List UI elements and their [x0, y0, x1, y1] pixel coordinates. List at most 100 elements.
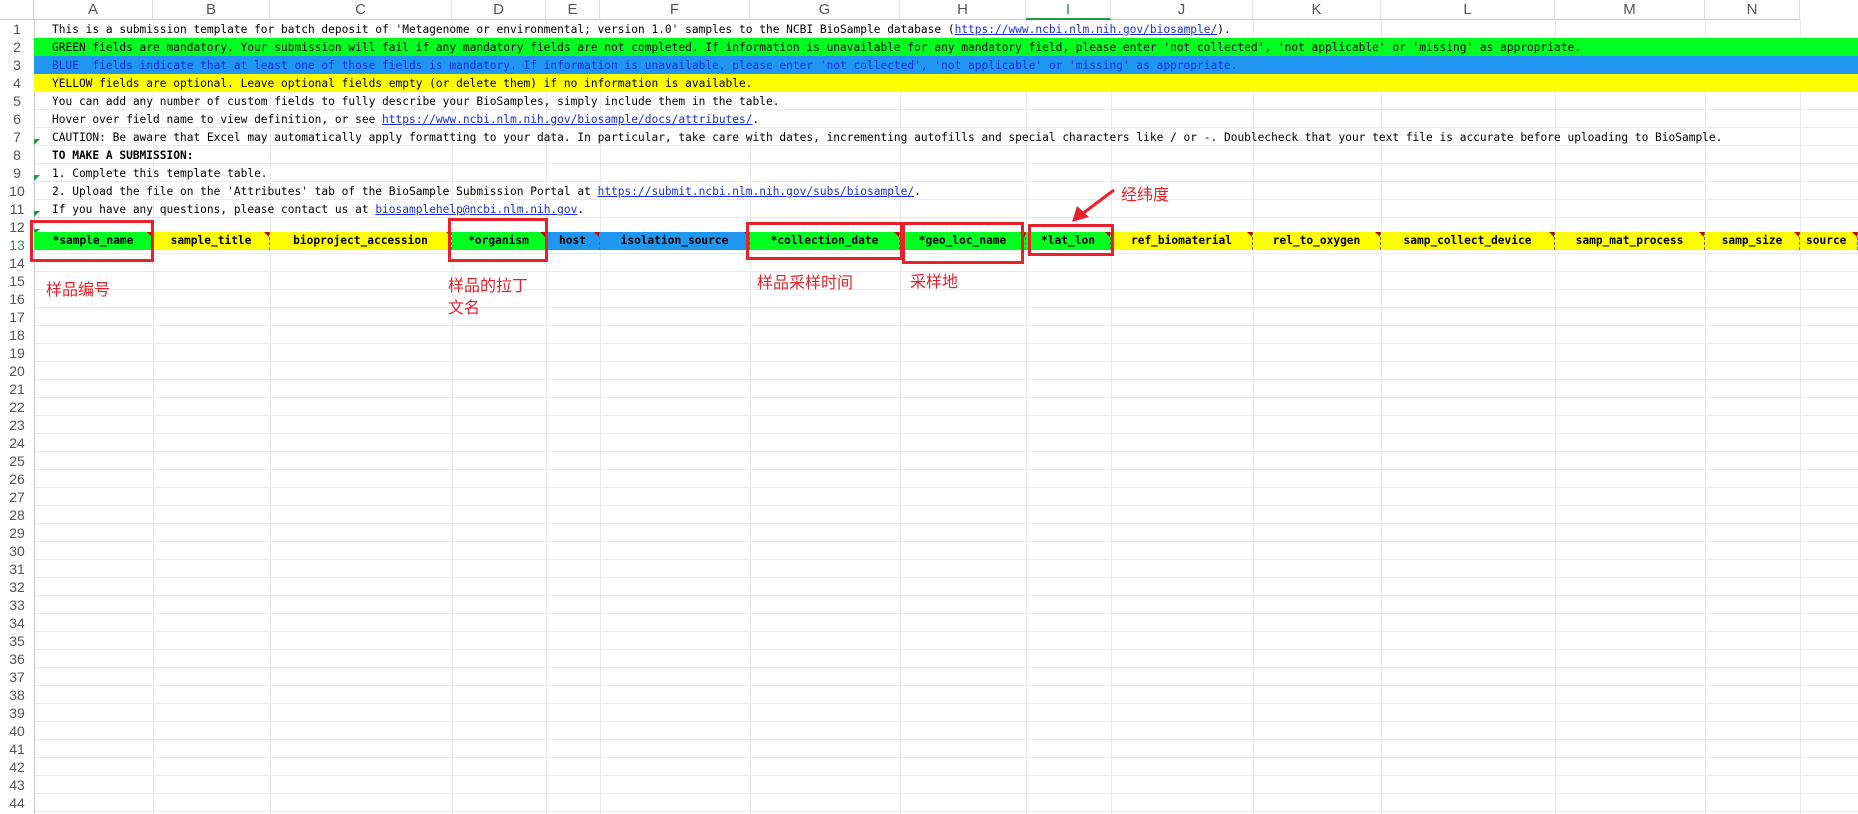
info-line-10: 2. Upload the file on the 'Attributes' t…: [52, 185, 921, 198]
highlight-box-collection-date: [746, 222, 903, 260]
row-gridline: [34, 631, 1858, 632]
column-header-j[interactable]: J: [1111, 0, 1253, 20]
column-header-g[interactable]: G: [750, 0, 900, 20]
row-header-21[interactable]: 21: [0, 380, 34, 398]
row-header-17[interactable]: 17: [0, 308, 34, 326]
row-gridline: [34, 343, 1858, 344]
row-gridline: [34, 739, 1858, 740]
row-header-30[interactable]: 30: [0, 542, 34, 560]
row-gridline: [34, 181, 1858, 182]
row-header-28[interactable]: 28: [0, 506, 34, 524]
row-gridline: [34, 685, 1858, 686]
field-header-samp-size[interactable]: samp_size: [1705, 232, 1800, 250]
row-gridline: [34, 595, 1858, 596]
spreadsheet[interactable]: ABCDEFGHIJKLMN 1 2 3 4 5 6 7 8 9 10 11 12 13 14 15 16 17…: [0, 0, 1858, 814]
biosample-link[interactable]: https://www.ncbi.nlm.nih.gov/biosample/: [955, 23, 1218, 36]
column-header-b[interactable]: B: [153, 0, 270, 20]
field-header-bioproject-accession[interactable]: bioproject_accession: [270, 232, 452, 250]
row-header-19[interactable]: 19: [0, 344, 34, 362]
row-gridline: [34, 649, 1858, 650]
column-header-n[interactable]: N: [1705, 0, 1800, 20]
row-header-26[interactable]: 26: [0, 470, 34, 488]
row-gridline: [34, 469, 1858, 470]
contact-email-link[interactable]: biosamplehelp@ncbi.nlm.nih.gov: [375, 203, 577, 216]
row-header-22[interactable]: 22: [0, 398, 34, 416]
row-header-43[interactable]: 43: [0, 776, 34, 794]
row-header-41[interactable]: 41: [0, 740, 34, 758]
column-gridline: [1800, 20, 1801, 814]
row-gridline: [34, 487, 1858, 488]
row-header-35[interactable]: 35: [0, 632, 34, 650]
column-header-f[interactable]: F: [600, 0, 750, 20]
field-header-isolation-source[interactable]: isolation_source: [600, 232, 750, 250]
column-header-m[interactable]: M: [1555, 0, 1705, 20]
row-header-25[interactable]: 25: [0, 452, 34, 470]
row-header-24[interactable]: 24: [0, 434, 34, 452]
field-header-source[interactable]: source: [1800, 232, 1858, 250]
row-header-3[interactable]: 3: [0, 56, 34, 74]
row-header-36[interactable]: 36: [0, 650, 34, 668]
row-header-42[interactable]: 42: [0, 758, 34, 776]
row-header-40[interactable]: 40: [0, 722, 34, 740]
field-header-ref-biomaterial[interactable]: ref_biomaterial: [1111, 232, 1253, 250]
row-header-1[interactable]: 1: [0, 20, 34, 38]
column-header-a[interactable]: A: [34, 0, 153, 20]
row-header-16[interactable]: 16: [0, 290, 34, 308]
row-header-34[interactable]: 34: [0, 614, 34, 632]
cell-note-marker: [34, 139, 40, 145]
row-header-37[interactable]: 37: [0, 668, 34, 686]
row-gridline: [34, 667, 1858, 668]
row-header-32[interactable]: 32: [0, 578, 34, 596]
field-header-samp-mat-process[interactable]: samp_mat_process: [1555, 232, 1705, 250]
column-header-c[interactable]: C: [270, 0, 452, 20]
annotation-lat-lon: 经纬度: [1121, 185, 1170, 204]
row-header-12[interactable]: 12: [0, 218, 34, 236]
row-header-18[interactable]: 18: [0, 326, 34, 344]
row-header-7[interactable]: 7: [0, 128, 34, 146]
row-header-20[interactable]: 20: [0, 362, 34, 380]
column-header-i[interactable]: I: [1026, 0, 1111, 20]
field-header-rel-to-oxygen[interactable]: rel_to_oxygen: [1253, 232, 1381, 250]
row-header-5[interactable]: 5: [0, 92, 34, 110]
column-header-l[interactable]: L: [1381, 0, 1555, 20]
comment-indicator: [594, 232, 599, 237]
row-gridline: [34, 307, 1858, 308]
row-header-13[interactable]: 13: [0, 236, 34, 254]
highlight-box-lat-lon: [1028, 224, 1114, 256]
row-gridline: [34, 523, 1858, 524]
field-header-samp-collect-device[interactable]: samp_collect_device: [1381, 232, 1555, 250]
attributes-docs-link[interactable]: https://www.ncbi.nlm.nih.gov/biosample/d…: [382, 113, 752, 126]
row-header-8[interactable]: 8: [0, 146, 34, 164]
column-header-h[interactable]: H: [900, 0, 1026, 20]
row-header-4[interactable]: 4: [0, 74, 34, 92]
row-header-31[interactable]: 31: [0, 560, 34, 578]
row-header-44[interactable]: 44: [0, 794, 34, 812]
submission-portal-link[interactable]: https://submit.ncbi.nlm.nih.gov/subs/bio…: [598, 185, 915, 198]
column-header-k[interactable]: K: [1253, 0, 1381, 20]
row-gridline: [34, 433, 1858, 434]
column-header-d[interactable]: D: [452, 0, 546, 20]
row-header-23[interactable]: 23: [0, 416, 34, 434]
column-header-e[interactable]: E: [546, 0, 600, 20]
select-all-corner[interactable]: [0, 0, 34, 20]
comment-indicator: [1247, 232, 1252, 237]
row-header-38[interactable]: 38: [0, 686, 34, 704]
row-header-9[interactable]: 9: [0, 164, 34, 182]
row-header-11[interactable]: 11: [0, 200, 34, 218]
row-gridline: [34, 415, 1858, 416]
info-line-2: GREEN fields are mandatory. Your submiss…: [52, 41, 1581, 54]
row-header-10[interactable]: 10: [0, 182, 34, 200]
field-header-host[interactable]: host: [546, 232, 600, 250]
row-header-2[interactable]: 2: [0, 38, 34, 56]
row-header-29[interactable]: 29: [0, 524, 34, 542]
row-header-15[interactable]: 15: [0, 272, 34, 290]
field-header-sample-title[interactable]: sample_title: [153, 232, 270, 250]
row-header-27[interactable]: 27: [0, 488, 34, 506]
row-header-39[interactable]: 39: [0, 704, 34, 722]
row-header-33[interactable]: 33: [0, 596, 34, 614]
row-gridline: [34, 163, 1858, 164]
row-gridline: [34, 397, 1858, 398]
row-header-14[interactable]: 14: [0, 254, 34, 272]
annotation-arrow-icon: [1072, 188, 1115, 222]
row-header-6[interactable]: 6: [0, 110, 34, 128]
